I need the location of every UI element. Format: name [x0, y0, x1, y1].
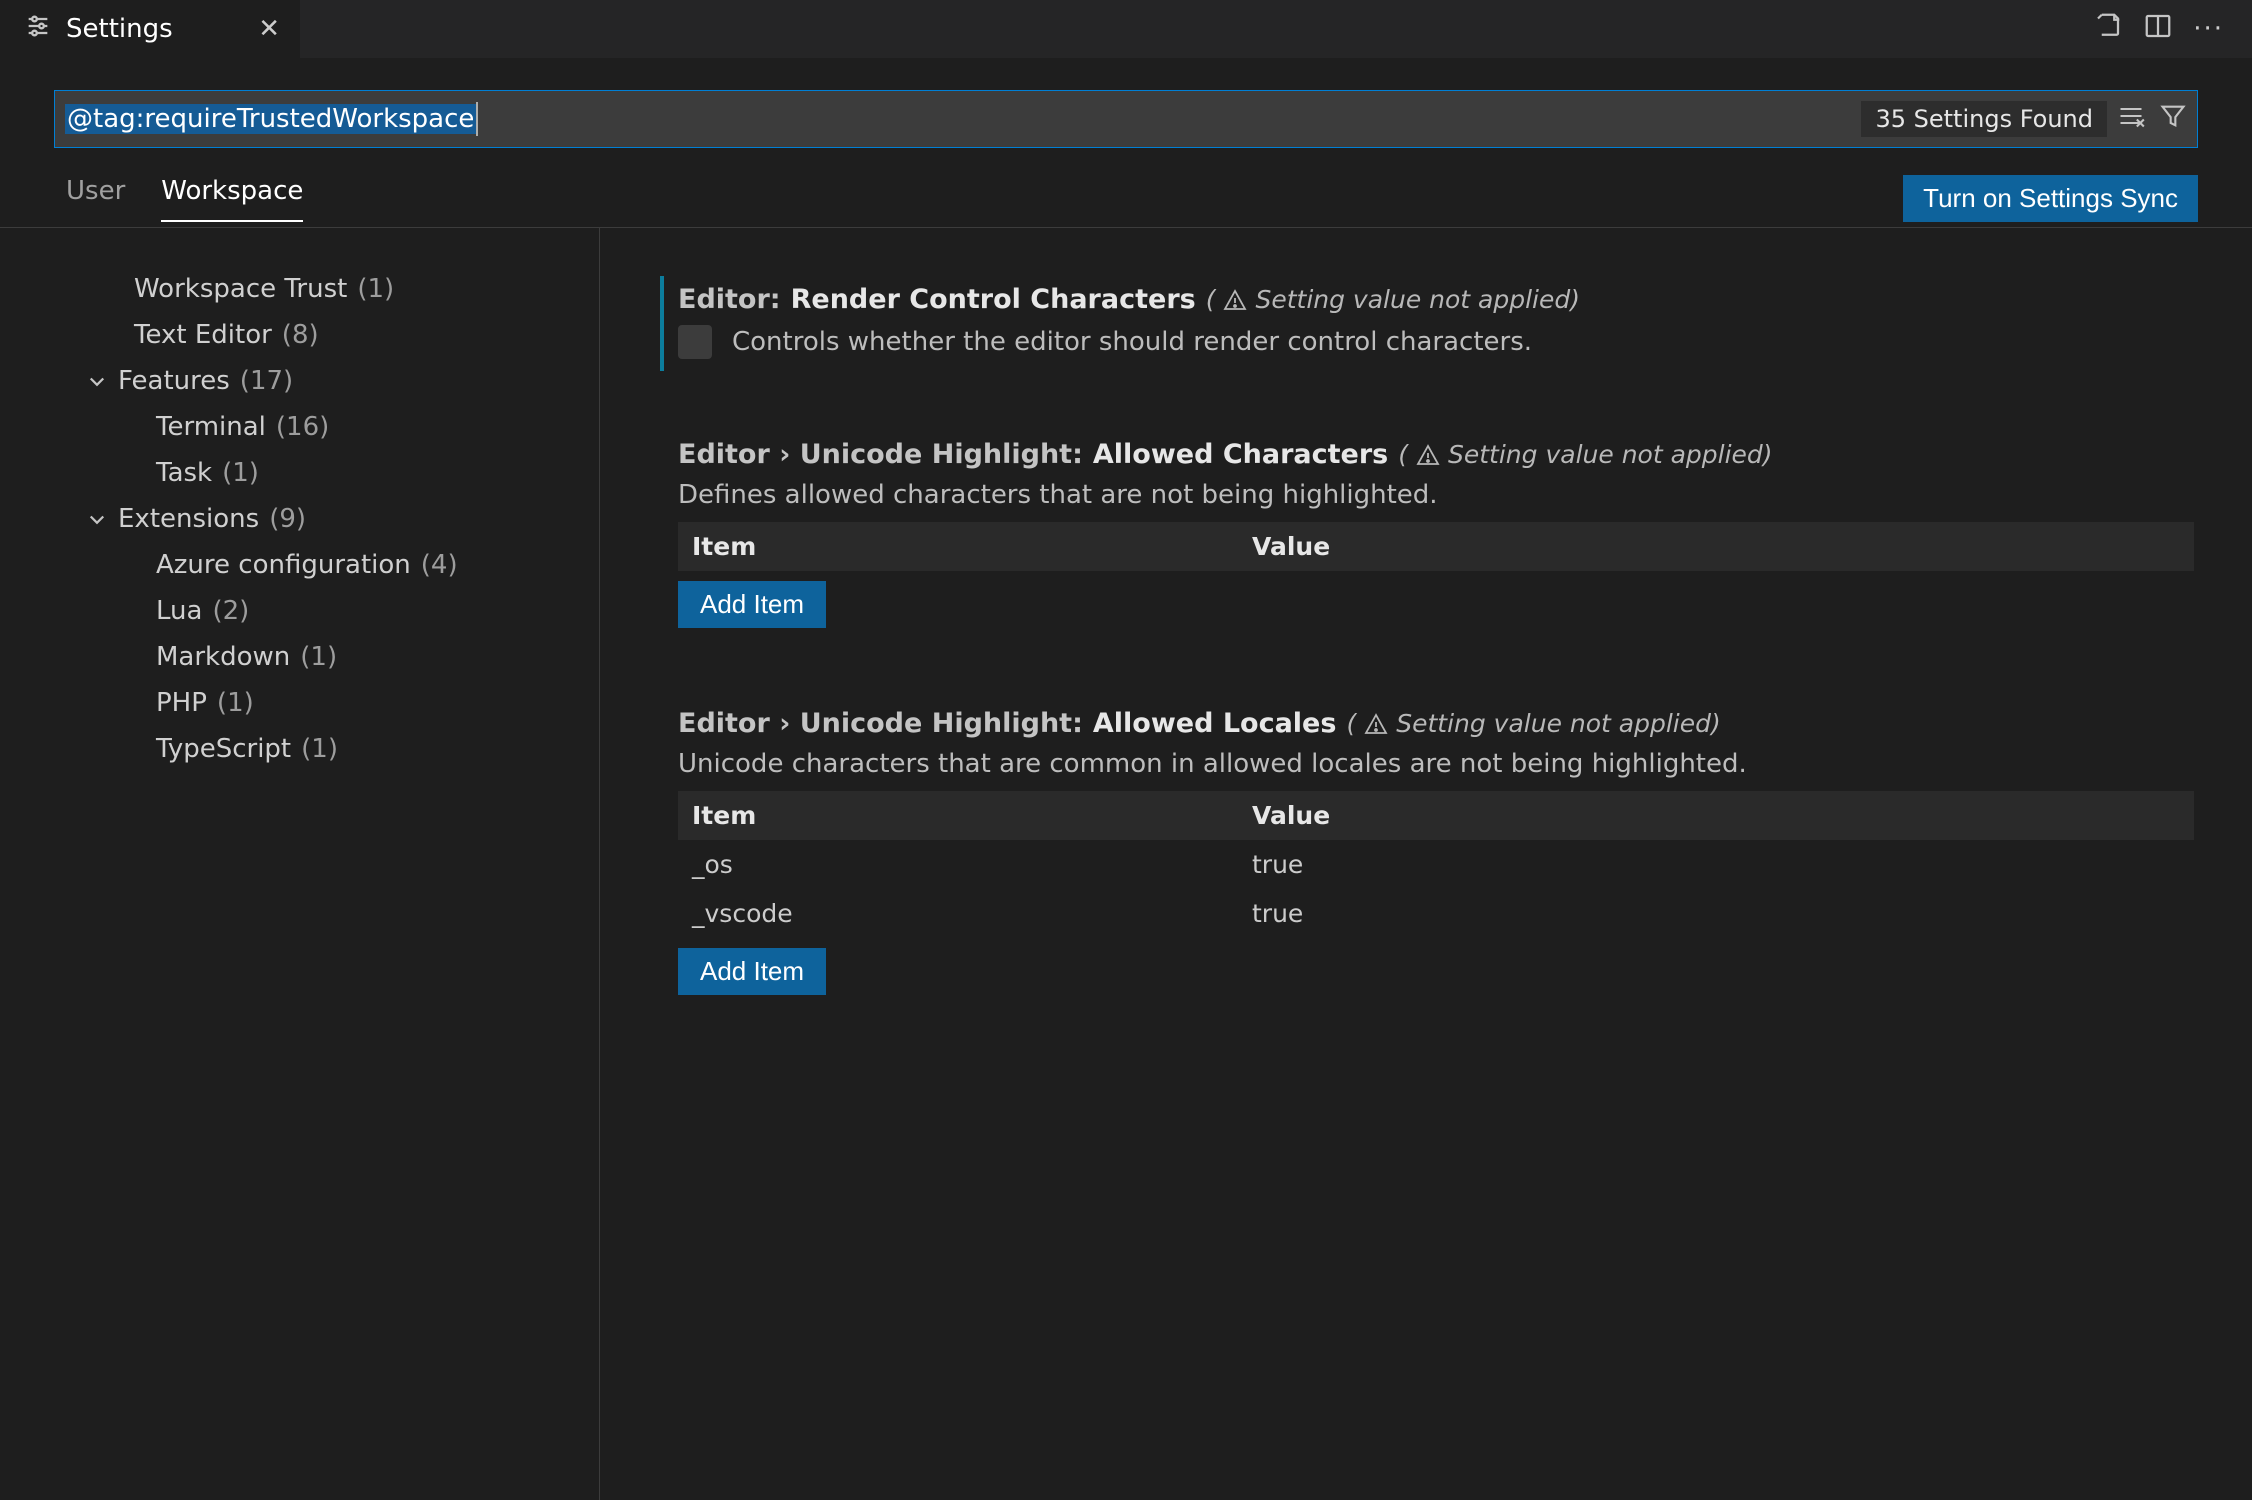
setting-description: Unicode characters that are common in al… [678, 749, 2194, 779]
allowed-characters-table: Item Value [678, 522, 2194, 571]
titlebar-actions: ··· [2093, 0, 2252, 58]
setting-description: Controls whether the editor should rende… [732, 327, 1532, 357]
toc-markdown[interactable]: Markdown (1) [38, 634, 599, 680]
setting-allowed-characters: Editor › Unicode Highlight: Allowed Char… [660, 423, 2212, 648]
warning-icon [1416, 443, 1440, 467]
more-actions-icon[interactable]: ··· [2193, 14, 2224, 44]
add-item-button[interactable]: Add Item [678, 948, 826, 995]
text-caret [476, 102, 478, 136]
warning-icon [1364, 712, 1388, 736]
table-row[interactable]: _vscode true [678, 889, 2194, 938]
setting-not-applied-warning: ( Setting value not applied) [1398, 440, 1772, 469]
toc-azure[interactable]: Azure configuration (4) [38, 542, 599, 588]
warning-icon [1223, 288, 1247, 312]
editor-tabbar: Settings ✕ ··· [0, 0, 2252, 58]
scope-tab-workspace[interactable]: Workspace [161, 176, 303, 222]
settings-scope-row: User Workspace Turn on Settings Sync [0, 166, 2252, 228]
render-control-characters-checkbox[interactable] [678, 325, 712, 359]
toc-text-editor[interactable]: Text Editor (8) [38, 312, 599, 358]
search-query-text: @tag:requireTrustedWorkspace [65, 104, 476, 134]
table-header-value: Value [1238, 791, 2194, 840]
toc-terminal[interactable]: Terminal (16) [38, 404, 599, 450]
toc-lua[interactable]: Lua (2) [38, 588, 599, 634]
add-item-button[interactable]: Add Item [678, 581, 826, 628]
settings-content: Editor: Render Control Characters ( Sett… [600, 228, 2252, 1500]
toc-workspace-trust[interactable]: Workspace Trust (1) [38, 266, 599, 312]
table-header-item: Item [678, 522, 1238, 571]
setting-not-applied-warning: ( Setting value not applied) [1346, 709, 1720, 738]
toc-extensions[interactable]: Extensions (9) [38, 496, 599, 542]
toc-php[interactable]: PHP (1) [38, 680, 599, 726]
tab-settings[interactable]: Settings ✕ [0, 0, 300, 58]
chevron-down-icon [86, 371, 108, 391]
results-count: 35 Settings Found [1861, 101, 2107, 137]
settings-tab-icon [24, 12, 52, 47]
settings-toc: Workspace Trust (1) Text Editor (8) Feat… [0, 228, 600, 1500]
clear-search-icon[interactable] [2117, 102, 2145, 136]
settings-search-input[interactable]: @tag:requireTrustedWorkspace 35 Settings… [54, 90, 2198, 148]
close-icon[interactable]: ✕ [258, 14, 280, 44]
tab-title: Settings [66, 14, 173, 44]
settings-sync-button[interactable]: Turn on Settings Sync [1903, 175, 2198, 222]
table-header-item: Item [678, 791, 1238, 840]
split-editor-icon[interactable] [2143, 11, 2173, 47]
filter-icon[interactable] [2159, 102, 2187, 136]
open-editors-icon[interactable] [2093, 11, 2123, 47]
table-row[interactable]: _os true [678, 840, 2194, 889]
toc-typescript[interactable]: TypeScript (1) [38, 726, 599, 772]
setting-description: Defines allowed characters that are not … [678, 480, 2194, 510]
toc-features[interactable]: Features (17) [38, 358, 599, 404]
settings-search-row: @tag:requireTrustedWorkspace 35 Settings… [0, 58, 2252, 166]
setting-allowed-locales: Editor › Unicode Highlight: Allowed Loca… [660, 692, 2212, 1015]
scope-tab-user[interactable]: User [66, 176, 125, 222]
setting-render-control-characters: Editor: Render Control Characters ( Sett… [660, 268, 2212, 379]
chevron-down-icon [86, 509, 108, 529]
setting-not-applied-warning: ( Setting value not applied) [1206, 285, 1580, 314]
table-header-value: Value [1238, 522, 2194, 571]
toc-task[interactable]: Task (1) [38, 450, 599, 496]
allowed-locales-table: Item Value _os true _vscode true [678, 791, 2194, 938]
